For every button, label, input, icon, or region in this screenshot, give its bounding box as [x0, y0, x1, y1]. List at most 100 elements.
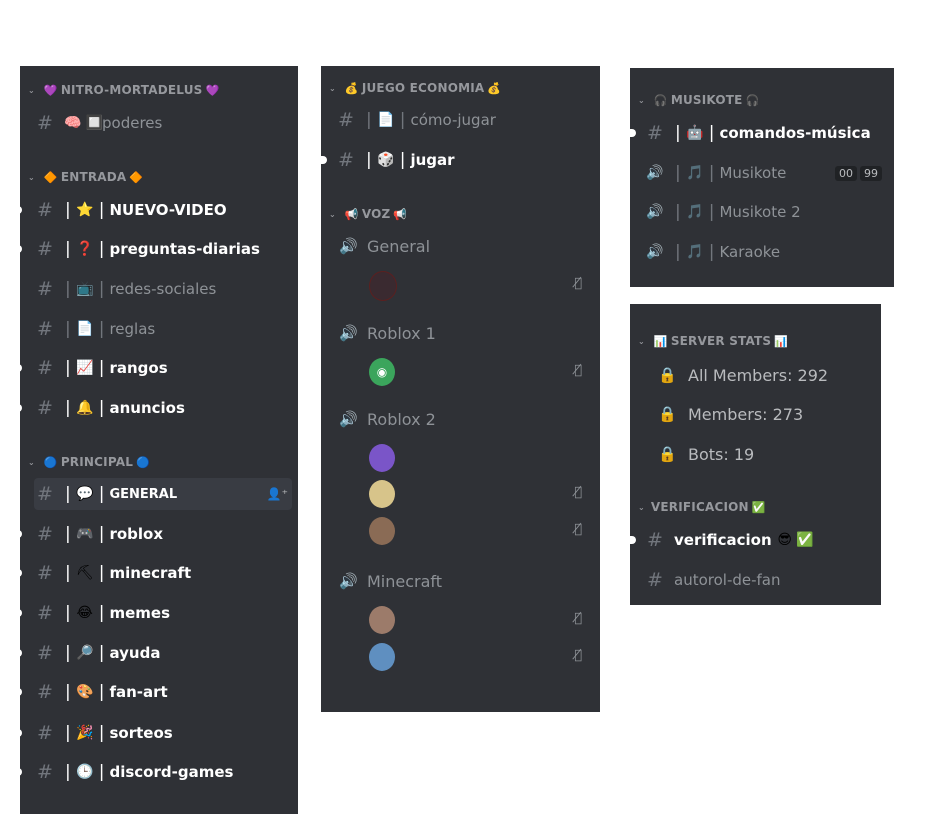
- avatar[interactable]: [369, 517, 395, 545]
- channel-preguntas-diarias[interactable]: # | ❓ | preguntas-diarias: [16, 233, 292, 265]
- speech-balloon-icon: 💬: [76, 486, 94, 502]
- avatar[interactable]: [369, 480, 395, 508]
- avatar[interactable]: [369, 606, 395, 634]
- question-icon: ❓: [76, 241, 94, 257]
- channel-list-panel-1: ⌄ 💜 NITRO-MORTADELUS 💜 # 🧠 🔲 poderes ⌄ 🔶…: [16, 66, 298, 814]
- channel-autorol-de-fan[interactable]: # autorol-de-fan: [644, 564, 875, 596]
- stat-members[interactable]: 🔒 Members: 273: [658, 399, 803, 429]
- category-principal[interactable]: ⌄ 🔵 PRINCIPAL 🔵: [20, 452, 298, 472]
- avatar[interactable]: [369, 643, 395, 671]
- page-icon: 📄: [377, 112, 395, 128]
- hash-icon: #: [37, 523, 53, 545]
- unread-indicator: [16, 530, 22, 538]
- unread-indicator: [16, 245, 22, 253]
- muted-mic-icon: 🎙̸: [574, 363, 582, 378]
- channel-jugar[interactable]: # | 🎲 | jugar: [321, 144, 594, 176]
- channel-redes-sociales[interactable]: # | 📺 | redes-sociales: [34, 273, 292, 305]
- category-entrada[interactable]: ⌄ 🔶 ENTRADA 🔶: [20, 167, 298, 187]
- headphones-icon: 🎧: [653, 93, 668, 107]
- lock-icon: 🔒: [658, 445, 677, 463]
- voice-channel-musikote[interactable]: 🔊 | 🎵 | Musikote 00 99: [644, 157, 888, 189]
- speaker-icon: 🔊: [339, 572, 358, 590]
- channel-name: verificacion: [674, 531, 772, 549]
- channel-list-panel-4: ⌄ 📊 SERVER STATS 📊 🔒 All Members: 292 🔒 …: [630, 304, 881, 605]
- muted-mic-icon: 🎙̸: [574, 276, 582, 291]
- voice-channel-name: Minecraft: [367, 571, 443, 591]
- blue-circle-icon: 🔵: [43, 455, 58, 469]
- channel-como-jugar[interactable]: # | 📄 | cómo-jugar: [335, 104, 594, 136]
- category-voz[interactable]: ⌄ 📢 VOZ 📢: [321, 204, 600, 224]
- star-icon: ⭐: [76, 202, 94, 218]
- category-juego-economia[interactable]: ⌄ 💰 JUEGO ECONOMIA 💰: [321, 78, 600, 98]
- avatar[interactable]: [369, 271, 397, 301]
- page-icon: 📄: [76, 321, 94, 337]
- speaker-icon: 🔊: [339, 237, 358, 255]
- chevron-down-icon: ⌄: [28, 457, 35, 467]
- avatar[interactable]: [369, 444, 395, 472]
- voice-channel-name: Roblox 2: [367, 409, 436, 429]
- lock-icon: 🔒: [658, 366, 677, 384]
- hash-icon: #: [37, 722, 53, 744]
- voice-channel-minecraft[interactable]: 🔊 Minecraft: [339, 567, 594, 595]
- chevron-down-icon: ⌄: [638, 336, 645, 346]
- channel-nuevo-video[interactable]: # | ⭐ | NUEVO-VIDEO: [16, 194, 292, 226]
- channel-discord-games[interactable]: # | 🕒 | discord-games: [16, 756, 292, 788]
- unread-indicator: [16, 609, 22, 617]
- channel-name: Karaoke: [719, 243, 781, 261]
- bar-chart-icon: 📊: [653, 334, 668, 348]
- channel-roblox[interactable]: # | 🎮 | roblox: [16, 518, 292, 550]
- category-server-stats[interactable]: ⌄ 📊 SERVER STATS 📊: [630, 331, 881, 351]
- unread-indicator: [16, 649, 22, 657]
- category-nitro-mortadelus[interactable]: ⌄ 💜 NITRO-MORTADELUS 💜: [20, 80, 298, 100]
- stat-label: Members: 273: [688, 404, 804, 424]
- channel-comandos-musica[interactable]: # | 🤖 | comandos-música: [630, 117, 888, 149]
- hash-icon: #: [37, 562, 53, 584]
- voice-channel-roblox-1[interactable]: 🔊 Roblox 1: [339, 319, 594, 347]
- channel-general[interactable]: # | 💬 | GENERAL 👤⁺: [34, 478, 292, 510]
- category-musikote[interactable]: ⌄ 🎧 MUSIKOTE 🎧: [630, 90, 894, 110]
- stat-label: All Members: 292: [688, 365, 829, 385]
- user-limit-badge: 00 99: [835, 165, 882, 181]
- channel-verificacion[interactable]: # verificacion 😎 ✅: [630, 524, 875, 556]
- voice-channel-karaoke[interactable]: 🔊 | 🎵 | Karaoke: [644, 236, 888, 268]
- channel-name: poderes: [102, 114, 163, 132]
- channel-name: rangos: [109, 359, 168, 377]
- channel-poderes[interactable]: # 🧠 🔲 poderes: [34, 107, 292, 139]
- megaphone-icon: 📢: [393, 207, 408, 221]
- channel-name: anuncios: [109, 399, 185, 417]
- channel-fan-art[interactable]: # | 🎨 | fan-art: [16, 676, 292, 708]
- chevron-down-icon: ⌄: [28, 172, 35, 182]
- chevron-down-icon: ⌄: [329, 209, 336, 219]
- discord-avatar[interactable]: ◉: [369, 358, 395, 386]
- category-label: MUSIKOTE: [670, 93, 743, 107]
- voice-channel-musikote-2[interactable]: 🔊 | 🎵 | Musikote 2: [644, 196, 888, 228]
- hash-icon: #: [37, 318, 53, 340]
- voice-channel-name: Roblox 1: [367, 323, 436, 343]
- channel-sorteos[interactable]: # | 🎉 | sorteos: [16, 717, 292, 749]
- channel-name: ayuda: [109, 644, 161, 662]
- bar-chart-icon: 📊: [774, 334, 789, 348]
- chart-up-icon: 📈: [76, 360, 94, 376]
- voice-channel-general[interactable]: 🔊 General: [339, 232, 594, 260]
- channel-reglas[interactable]: # | 📄 | reglas: [34, 313, 292, 345]
- category-label: PRINCIPAL: [60, 455, 134, 469]
- unread-indicator: [630, 536, 636, 544]
- robot-icon: 🤖: [686, 125, 704, 141]
- category-verificacion[interactable]: ⌄ VERIFICACION ✅: [630, 497, 881, 517]
- stat-all-members[interactable]: 🔒 All Members: 292: [658, 360, 828, 390]
- channel-memes[interactable]: # | 😂 | memes: [16, 597, 292, 629]
- voice-channel-roblox-2[interactable]: 🔊 Roblox 2: [339, 405, 594, 433]
- stat-bots[interactable]: 🔒 Bots: 19: [658, 439, 754, 469]
- channel-ayuda[interactable]: # | 🔎 | ayuda: [16, 637, 292, 669]
- channel-name: jugar: [410, 151, 455, 169]
- channel-name: cómo-jugar: [410, 111, 496, 129]
- channel-name: autorol-de-fan: [674, 571, 781, 589]
- channel-rangos[interactable]: # | 📈 | rangos: [16, 352, 292, 384]
- channel-minecraft[interactable]: # | ⛏ | minecraft: [16, 557, 292, 589]
- chevron-down-icon: ⌄: [638, 502, 645, 512]
- tv-icon: 📺: [76, 281, 94, 297]
- clock-icon: 🕒: [76, 764, 94, 780]
- channel-name: memes: [109, 604, 171, 622]
- add-user-icon[interactable]: 👤⁺: [267, 487, 288, 501]
- channel-anuncios[interactable]: # | 🔔 | anuncios: [16, 392, 292, 424]
